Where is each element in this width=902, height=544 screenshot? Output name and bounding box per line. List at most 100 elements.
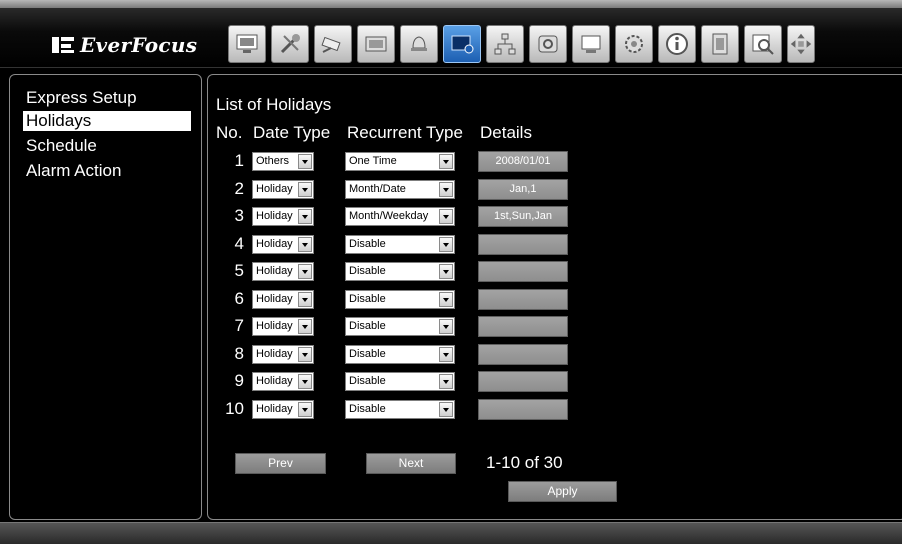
sidebar-item-holidays[interactable]: Holidays <box>23 111 191 131</box>
monitor-icon[interactable] <box>228 25 266 63</box>
prev-button[interactable]: Prev <box>235 453 326 474</box>
chevron-down-icon <box>439 209 453 224</box>
bell-icon[interactable] <box>400 25 438 63</box>
chevron-down-icon <box>298 181 312 197</box>
gear-icon[interactable] <box>615 25 653 63</box>
chevron-down-icon <box>298 401 312 417</box>
date-type-select[interactable]: Holiday <box>252 344 314 364</box>
date-type-select[interactable]: Holiday <box>252 179 314 199</box>
film-icon[interactable] <box>357 25 395 63</box>
date-type-select[interactable]: Holiday <box>252 317 314 336</box>
tools-icon[interactable] <box>271 25 309 63</box>
chevron-down-icon <box>298 236 312 252</box>
recurrent-type-select[interactable]: Disable <box>345 289 455 309</box>
sidebar-item-express-setup[interactable]: Express Setup <box>23 88 191 108</box>
date-type-select[interactable]: Holiday <box>252 372 314 391</box>
recurrent-type-select[interactable]: One Time <box>345 152 455 171</box>
details-button[interactable]: Jan,1 <box>478 178 568 200</box>
row-number: 7 <box>234 316 244 335</box>
disk-icon[interactable] <box>529 25 567 63</box>
top-strip <box>0 0 902 8</box>
recurrent-type-select[interactable]: Disable <box>345 234 455 254</box>
date-type-select[interactable]: Holiday <box>252 262 314 281</box>
sidebar-panel: Express Setup Holidays Schedule Alarm Ac… <box>9 74 202 520</box>
details-button[interactable]: 1st,Sun,Jan <box>478 206 568 227</box>
chevron-down-icon <box>298 346 312 362</box>
brand-name: EverFocus <box>80 33 198 57</box>
sidebar-item-alarm-action[interactable]: Alarm Action <box>23 161 191 181</box>
recurrent-type-select[interactable]: Disable <box>345 372 455 391</box>
details-button[interactable] <box>478 261 568 282</box>
recurrent-type-value: Disable <box>349 375 386 387</box>
row-number: 6 <box>234 288 244 308</box>
recurrent-type-value: Disable <box>349 402 386 415</box>
chevron-down-icon <box>439 319 453 334</box>
date-type-select[interactable]: Holiday <box>252 234 314 254</box>
date-type-select[interactable]: Holiday <box>252 289 314 309</box>
playback-icon[interactable] <box>701 25 739 63</box>
row-number: 3 <box>234 206 244 225</box>
network-icon[interactable] <box>486 25 524 63</box>
date-type-value: Holiday <box>256 292 293 305</box>
details-button[interactable] <box>478 398 568 420</box>
details-button[interactable] <box>478 316 568 337</box>
date-type-value: Holiday <box>256 402 293 415</box>
row-number: 4 <box>234 233 244 253</box>
display-settings-icon[interactable] <box>443 25 481 63</box>
column-header-recurrent-type: Recurrent Type <box>347 123 463 142</box>
page-info: 1-10 of 30 <box>486 453 563 472</box>
details-button[interactable] <box>478 288 568 310</box>
recurrent-type-select[interactable]: Month/Date <box>345 179 455 199</box>
column-header-date-type: Date Type <box>253 123 331 142</box>
date-type-value: Others <box>256 155 290 167</box>
info-icon[interactable] <box>658 25 696 63</box>
screen-icon[interactable] <box>572 25 610 63</box>
main-panel: List of Holidays No. Date Type Recurrent… <box>207 74 902 520</box>
details-button[interactable] <box>478 233 568 255</box>
recurrent-type-select[interactable]: Disable <box>345 344 455 364</box>
date-type-select[interactable]: Holiday <box>252 399 314 419</box>
header-bar: EverFocus <box>0 8 902 68</box>
chevron-down-icon <box>439 291 453 307</box>
chevron-down-icon <box>439 401 453 417</box>
everfocus-logo-icon <box>52 35 74 55</box>
camera-icon[interactable] <box>314 25 352 63</box>
recurrent-type-value: Disable <box>349 265 386 277</box>
recurrent-type-value: Disable <box>349 237 386 250</box>
date-type-select[interactable]: Others <box>252 152 314 171</box>
ptz-arrows-icon[interactable] <box>787 25 815 63</box>
chevron-down-icon <box>298 291 312 307</box>
row-number: 5 <box>234 261 244 280</box>
row-number: 9 <box>234 371 244 390</box>
recurrent-type-value: Disable <box>349 292 386 305</box>
brand-logo: EverFocus <box>52 33 197 57</box>
details-button[interactable]: 2008/01/01 <box>478 151 568 172</box>
row-number: 10 <box>225 398 244 418</box>
column-header-details: Details <box>480 123 532 142</box>
recurrent-type-select[interactable]: Month/Weekday <box>345 207 455 226</box>
main-toolbar <box>228 25 815 63</box>
recurrent-type-select[interactable]: Disable <box>345 399 455 419</box>
recurrent-type-value: One Time <box>349 155 397 167</box>
recurrent-type-select[interactable]: Disable <box>345 262 455 281</box>
date-type-select[interactable]: Holiday <box>252 207 314 226</box>
date-type-value: Holiday <box>256 210 293 222</box>
chevron-down-icon <box>298 319 312 334</box>
details-button[interactable] <box>478 343 568 365</box>
chevron-down-icon <box>439 264 453 279</box>
apply-button[interactable]: Apply <box>508 481 617 502</box>
details-button[interactable] <box>478 371 568 392</box>
chevron-down-icon <box>298 154 312 169</box>
sidebar-item-schedule[interactable]: Schedule <box>23 136 191 156</box>
search-icon[interactable] <box>744 25 782 63</box>
chevron-down-icon <box>439 346 453 362</box>
chevron-down-icon <box>439 374 453 389</box>
row-number: 1 <box>234 151 244 170</box>
recurrent-type-select[interactable]: Disable <box>345 317 455 336</box>
date-type-value: Holiday <box>256 375 293 387</box>
chevron-down-icon <box>298 374 312 389</box>
next-button[interactable]: Next <box>366 453 456 474</box>
row-number: 8 <box>234 343 244 363</box>
date-type-value: Holiday <box>256 320 293 332</box>
row-number: 2 <box>234 178 244 198</box>
